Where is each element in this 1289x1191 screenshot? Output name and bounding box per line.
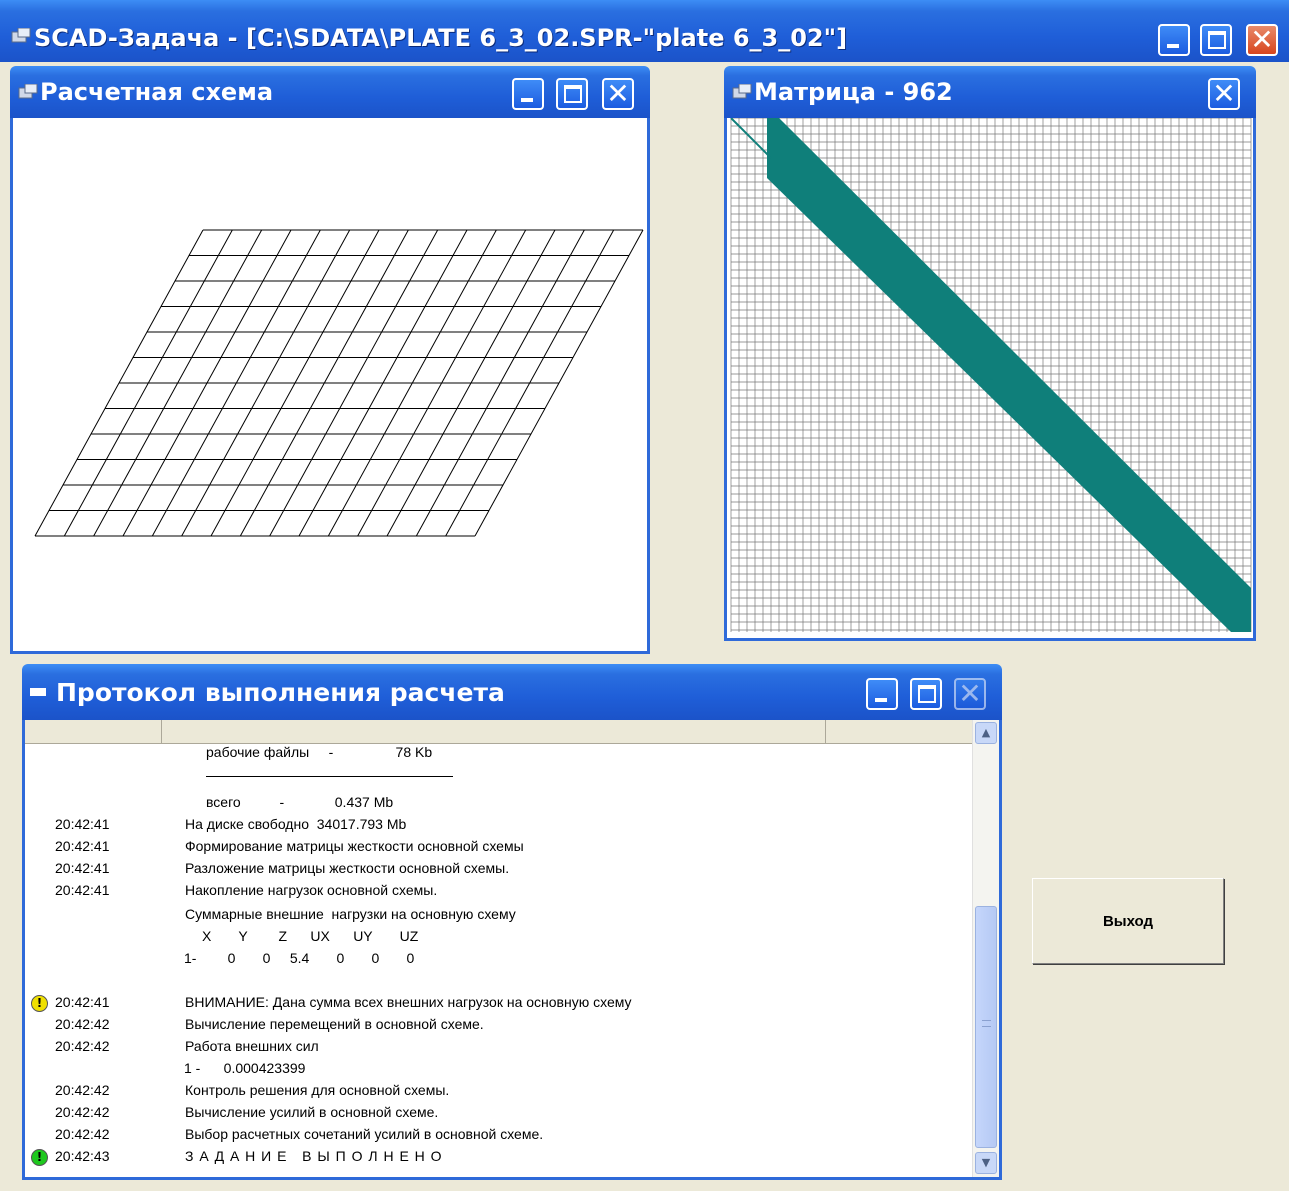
protocol-message: ВНИМАНИЕ: Дана сумма всех внешних нагруз… <box>185 994 632 1010</box>
matrix-close-button[interactable]: ✕ <box>1208 77 1240 110</box>
success-icon: ! <box>31 1149 48 1166</box>
column-header-message[interactable] <box>162 720 826 744</box>
protocol-time: 20:42:42 <box>55 1126 110 1142</box>
warning-icon: ! <box>31 995 48 1012</box>
protocol-separator-line <box>206 776 453 777</box>
matrix-window-title: Матрица - 962 <box>754 78 953 106</box>
plate-mesh <box>34 229 644 537</box>
protocol-window-title-bar[interactable]: Протокол выполнения расчета ✕ <box>22 664 1002 720</box>
maximize-icon <box>564 85 582 103</box>
protocol-time: 20:42:41 <box>55 816 110 832</box>
close-button[interactable]: ✕ <box>1246 23 1278 56</box>
protocol-close-button: ✕ <box>954 677 986 710</box>
maximize-button[interactable] <box>1200 24 1232 56</box>
scroll-down-button[interactable]: ▼ <box>975 1152 997 1174</box>
protocol-time: 20:42:43 <box>55 1148 110 1164</box>
protocol-message: 1 - 0.000423399 <box>184 1060 306 1076</box>
window-icon <box>18 84 38 99</box>
scheme-window-title: Расчетная схема <box>40 78 274 106</box>
protocol-window-icon <box>30 688 46 696</box>
matrix-portrait <box>730 118 1252 632</box>
window-icon <box>732 84 752 99</box>
matrix-band <box>767 118 1251 632</box>
minimize-button[interactable] <box>1158 24 1190 56</box>
minimize-icon <box>875 698 887 702</box>
scroll-thumb[interactable] <box>975 906 997 1148</box>
main-title-bar[interactable]: SCAD-Задача - [C:\SDATA\PLATE 6_3_02.SPR… <box>0 0 1289 62</box>
protocol-time: 20:42:42 <box>55 1016 110 1032</box>
protocol-time: 20:42:41 <box>55 860 110 876</box>
protocol-message: Формирование матрицы жесткости основной … <box>185 838 524 854</box>
main-title: SCAD-Задача - [C:\SDATA\PLATE 6_3_02.SPR… <box>34 24 848 52</box>
protocol-body: ▲ ▼ рабочие файлы - 78 Kb всего - 0.437 M… <box>22 720 1002 1180</box>
scheme-minimize-button[interactable] <box>512 78 544 110</box>
maximize-icon <box>1208 31 1226 49</box>
close-icon: ✕ <box>1212 77 1236 110</box>
scheme-maximize-button[interactable] <box>556 78 588 110</box>
protocol-time: 20:42:41 <box>55 838 110 854</box>
protocol-message: Суммарные внешние нагрузки на основную с… <box>185 906 516 922</box>
minimize-icon <box>1167 44 1179 48</box>
protocol-message: Контроль решения для основной схемы. <box>185 1082 450 1098</box>
scheme-close-button[interactable]: ✕ <box>602 77 634 110</box>
scheme-canvas[interactable] <box>10 118 650 654</box>
app-icon <box>11 28 31 43</box>
protocol-message: З А Д А Н И Е В Ы П О Л Н Е Н О <box>185 1148 443 1164</box>
exit-button[interactable]: Выход <box>1032 878 1224 964</box>
protocol-message: Работа внешних сил <box>185 1038 319 1054</box>
scroll-up-button[interactable]: ▲ <box>975 722 997 744</box>
protocol-message: X Y Z UX UY UZ <box>202 928 419 944</box>
close-icon: ✕ <box>958 677 982 710</box>
protocol-message: Вычисление перемещений в основной схеме. <box>185 1016 484 1032</box>
matrix-canvas <box>724 118 1256 641</box>
column-header-time[interactable] <box>25 720 162 744</box>
protocol-time: 20:42:42 <box>55 1104 110 1120</box>
protocol-time: 20:42:42 <box>55 1082 110 1098</box>
scroll-thumb-grip <box>982 1020 991 1027</box>
protocol-message: Выбор расчетных сочетаний усилий в основ… <box>185 1126 544 1142</box>
protocol-message: На диске свободно 34017.793 Mb <box>185 816 407 832</box>
protocol-time: 20:42:42 <box>55 1038 110 1054</box>
close-icon: ✕ <box>606 77 630 110</box>
scheme-window-title-bar[interactable]: Расчетная схема ✕ <box>10 66 650 118</box>
protocol-message: всего - 0.437 Mb <box>206 794 394 810</box>
protocol-time: 20:42:41 <box>55 882 110 898</box>
protocol-message: Разложение матрицы жесткости основной сх… <box>185 860 510 876</box>
protocol-scrollbar[interactable]: ▲ ▼ <box>972 720 999 1177</box>
exit-button-label: Выход <box>1102 912 1154 930</box>
maximize-icon <box>918 685 936 703</box>
protocol-message: рабочие файлы - 78 Kb <box>206 744 433 760</box>
close-icon: ✕ <box>1250 23 1274 56</box>
matrix-window-title-bar[interactable]: Матрица - 962 ✕ <box>724 66 1256 118</box>
protocol-maximize-button[interactable] <box>910 678 942 710</box>
protocol-window-title: Протокол выполнения расчета <box>56 678 505 707</box>
protocol-message: Вычисление усилий в основной схеме. <box>185 1104 439 1120</box>
matrix-diagonal <box>730 118 772 159</box>
protocol-message: 1- 0 0 5.4 0 0 0 <box>184 950 415 966</box>
protocol-message: Накопление нагрузок основной схемы. <box>185 882 438 898</box>
protocol-minimize-button[interactable] <box>866 678 898 710</box>
protocol-time: 20:42:41 <box>55 994 110 1010</box>
minimize-icon <box>521 98 533 102</box>
protocol-header <box>25 720 972 744</box>
